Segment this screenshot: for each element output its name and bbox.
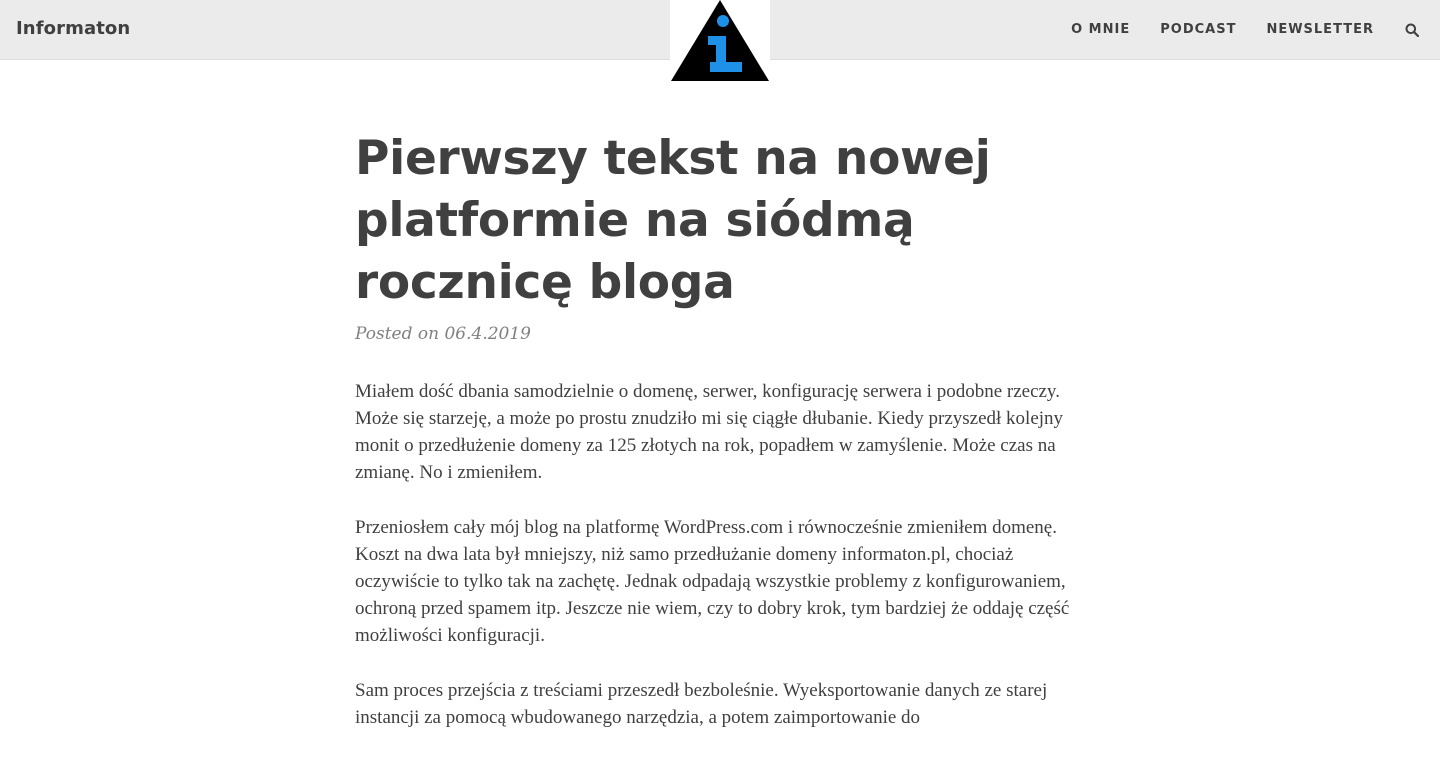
post-paragraph: Przeniosłem cały mój blog na platformę W… bbox=[355, 517, 1070, 646]
post-body: Miałem dość dbania samodzielnie o domenę… bbox=[355, 378, 1085, 731]
search-icon bbox=[1405, 23, 1419, 37]
site-logo[interactable] bbox=[670, 0, 770, 81]
search-button[interactable] bbox=[1402, 20, 1422, 40]
main-nav: O MNIE PODCAST NEWSLETTER bbox=[1041, 20, 1422, 40]
top-navbar: Informaton O MNIE PODCAST NEWSLETTER bbox=[0, 0, 1440, 81]
post-content: Pierwszy tekst na nowej platformie na si… bbox=[355, 128, 1085, 759]
post-title: Pierwszy tekst na nowej platformie na si… bbox=[355, 131, 991, 310]
nav-link-o-mnie[interactable]: O MNIE bbox=[1071, 20, 1130, 40]
info-logo-icon bbox=[671, 0, 769, 81]
nav-link-newsletter[interactable]: NEWSLETTER bbox=[1266, 20, 1374, 40]
nav-link-podcast[interactable]: PODCAST bbox=[1160, 20, 1236, 40]
post-meta: Posted on 06.4.2019 bbox=[355, 324, 531, 344]
post-paragraph: Miałem dość dbania samodzielnie o domenę… bbox=[355, 381, 1064, 483]
post-paragraph: Sam proces przejścia z treściami przesze… bbox=[355, 680, 1048, 728]
site-brand-link[interactable]: Informaton bbox=[16, 18, 130, 39]
